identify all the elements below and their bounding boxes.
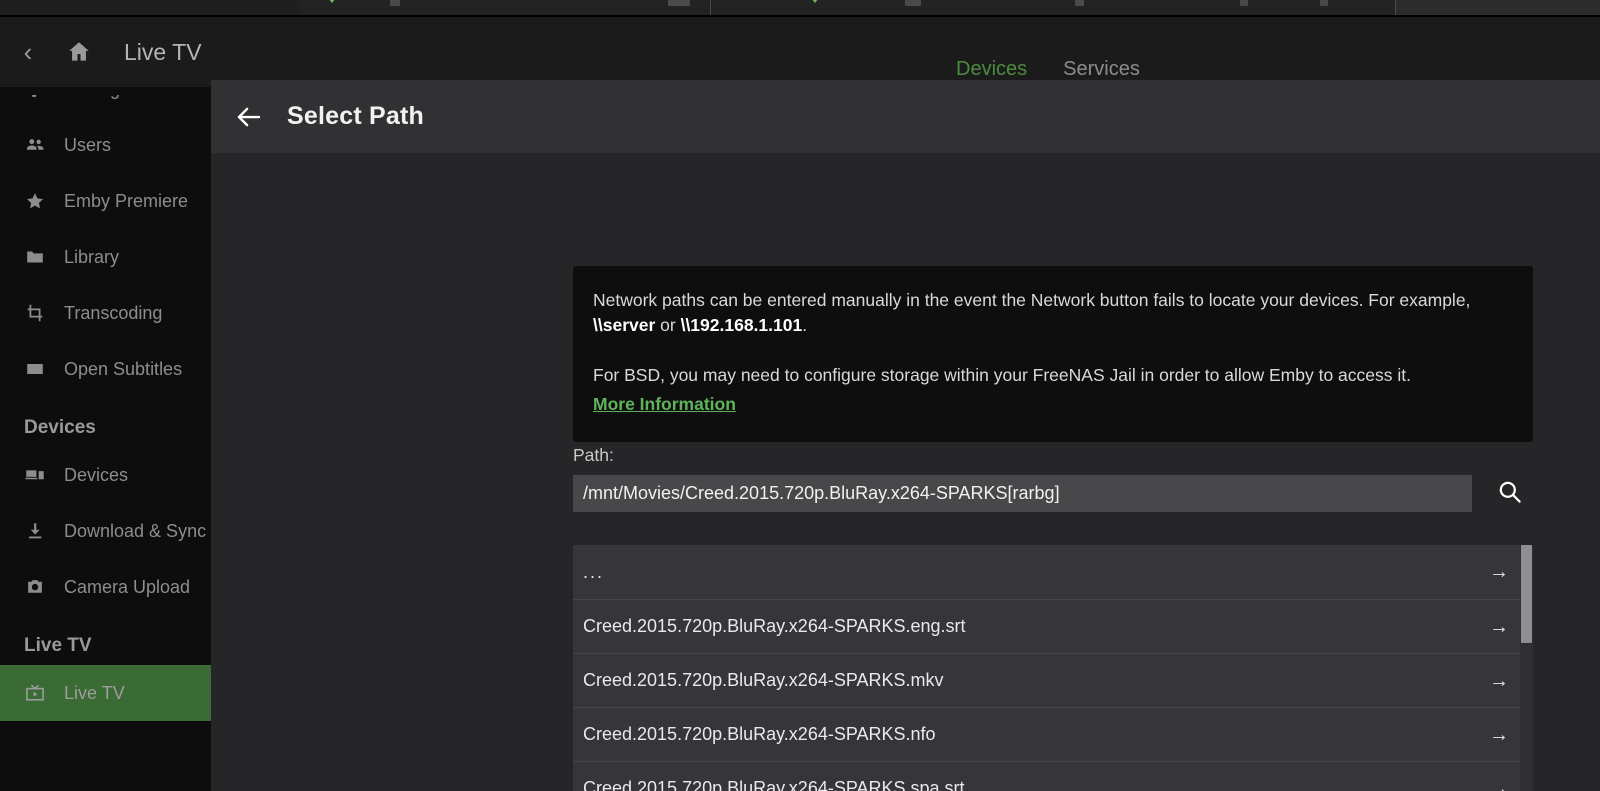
devices-icon: [24, 464, 64, 486]
live-tv-icon: [24, 682, 64, 704]
sidebar-item-label: Download & Sync: [64, 520, 207, 541]
users-icon: [24, 134, 64, 156]
list-item-label: ...: [583, 561, 605, 582]
sidebar-item-label: Devices: [64, 464, 129, 485]
sidebar-nav: Settings Users Emby Premiere Librar: [0, 95, 211, 721]
arrow-right-icon: →: [1489, 669, 1509, 692]
toolbar-divider: [1395, 0, 1396, 15]
path-field-row: [573, 473, 1600, 513]
network-paths-callout: Network paths can be entered manually in…: [573, 266, 1533, 443]
sidebar-item-label: Settings: [64, 95, 129, 100]
download-icon: [24, 520, 64, 542]
sidebar-group-devices: Devices: [24, 417, 96, 438]
list-scrollbar-thumb[interactable]: [1521, 545, 1532, 643]
page-title: Live TV: [124, 38, 202, 65]
callout-p2-text: For BSD, you may need to configure stora…: [593, 364, 1411, 385]
chevron-down-icon: [325, 0, 339, 3]
sidebar-item-download-and-sync[interactable]: Download & Sync: [0, 503, 211, 559]
list-item[interactable]: ... →: [573, 545, 1533, 599]
dashboard-sidebar-column: ‹ Live TV Settings: [0, 17, 211, 791]
toolbar-segment: [1396, 0, 1600, 15]
list-item-label: Creed.2015.720p.BluRay.x264-SPARKS.eng.s…: [583, 616, 966, 636]
path-label: Path:: [573, 445, 614, 465]
sidebar-item-open-subtitles[interactable]: Open Subtitles: [0, 341, 211, 397]
arrow-right-icon: →: [1489, 561, 1509, 583]
sidebar-item-emby-premiere[interactable]: Emby Premiere: [0, 173, 211, 229]
sidebar-item-label: Transcoding: [64, 302, 163, 323]
tab-devices[interactable]: Devices: [956, 58, 1027, 81]
sidebar-item-devices[interactable]: Devices: [0, 447, 211, 503]
select-path-dialog: Select Path Network paths can be entered…: [211, 80, 1600, 791]
clipped-glyph: [1320, 0, 1328, 6]
tab-services[interactable]: Services: [1063, 58, 1140, 81]
list-item[interactable]: Creed.2015.720p.BluRay.x264-SPARKS.eng.s…: [573, 599, 1533, 653]
callout-p1-bold-ip: \\192.168.1.101: [680, 314, 803, 335]
arrow-right-icon: →: [1489, 723, 1509, 746]
more-information-link[interactable]: More Information: [593, 392, 736, 417]
app-window: Devices Services ‹ Live TV Settings: [0, 0, 1600, 791]
list-item-label: Creed.2015.720p.BluRay.x264-SPARKS.nfo: [583, 724, 936, 744]
dialog-title-bar: Select Path: [211, 80, 1600, 153]
clipped-toolbar-sliver: [0, 0, 1600, 15]
dialog-body: Network paths can be entered manually in…: [211, 153, 1600, 791]
sidebar-item-library[interactable]: Library: [0, 229, 211, 285]
arrow-right-icon: →: [1489, 615, 1509, 638]
sidebar-item-label: Open Subtitles: [64, 358, 183, 379]
dialog-title: Select Path: [287, 102, 424, 130]
path-search-button[interactable]: [1472, 473, 1546, 513]
callout-p1-mid: or: [655, 314, 681, 335]
callout-p1-post: .: [802, 314, 808, 335]
clipped-glyph: [390, 0, 400, 6]
dashboard-tabs: Devices Services: [956, 58, 1140, 81]
list-item-label: Creed.2015.720p.BluRay.x264-SPARKS.spa.s…: [583, 778, 965, 791]
arrow-left-icon[interactable]: [211, 102, 287, 132]
sidebar-item-settings-clipped[interactable]: Settings: [0, 95, 211, 117]
toolbar-segment: [300, 0, 710, 15]
list-item[interactable]: Creed.2015.720p.BluRay.x264-SPARKS.spa.s…: [573, 761, 1533, 791]
list-item[interactable]: Creed.2015.720p.BluRay.x264-SPARKS.mkv →: [573, 653, 1533, 707]
callout-paragraph-1: Network paths can be entered manually in…: [593, 288, 1513, 338]
clipped-glyph: [905, 0, 921, 6]
transcode-icon: [24, 302, 64, 324]
clipped-glyph: [1075, 0, 1084, 6]
toolbar-divider: [710, 0, 711, 15]
directory-list: ... → Creed.2015.720p.BluRay.x264-SPARKS…: [573, 545, 1533, 791]
sidebar-item-users[interactable]: Users: [0, 117, 211, 173]
closed-caption-icon: [24, 358, 64, 380]
list-item-label: Creed.2015.720p.BluRay.x264-SPARKS.mkv: [583, 670, 944, 690]
sidebar-item-transcoding[interactable]: Transcoding: [0, 285, 211, 341]
arrow-right-icon: →: [1489, 777, 1509, 791]
camera-icon: [24, 576, 64, 598]
sidebar-item-label: Camera Upload: [64, 576, 191, 597]
path-input[interactable]: [573, 474, 1472, 512]
list-scrollbar[interactable]: [1520, 545, 1533, 791]
sidebar-item-camera-upload[interactable]: Camera Upload: [0, 559, 211, 615]
sidebar-item-label: Emby Premiere: [64, 190, 189, 211]
dashboard-header-strip: Devices Services: [211, 17, 1600, 87]
sidebar-item-live-tv[interactable]: Live TV: [0, 665, 211, 721]
clipped-glyph: [668, 0, 690, 6]
sidebar-group-live-tv: Live TV: [24, 635, 92, 656]
list-item[interactable]: Creed.2015.720p.BluRay.x264-SPARKS.nfo →: [573, 707, 1533, 761]
dashboard-header: ‹ Live TV: [0, 17, 211, 87]
chevron-down-icon: [808, 0, 822, 3]
star-icon: [24, 190, 64, 212]
sidebar-item-label: Library: [64, 246, 120, 267]
sidebar-item-label: Users: [64, 134, 112, 155]
sidebar-item-label: Live TV: [64, 682, 125, 703]
search-icon: [1496, 478, 1523, 508]
folder-icon: [24, 246, 64, 268]
callout-p1-bold-server: \\server: [593, 314, 656, 335]
chevron-left-icon[interactable]: ‹: [0, 39, 56, 65]
home-icon[interactable]: [56, 39, 102, 65]
callout-p1-pre: Network paths can be entered manually in…: [593, 290, 1471, 310]
callout-paragraph-2: For BSD, you may need to configure stora…: [593, 363, 1513, 417]
settings-icon: [24, 95, 64, 100]
clipped-glyph: [1240, 0, 1248, 6]
